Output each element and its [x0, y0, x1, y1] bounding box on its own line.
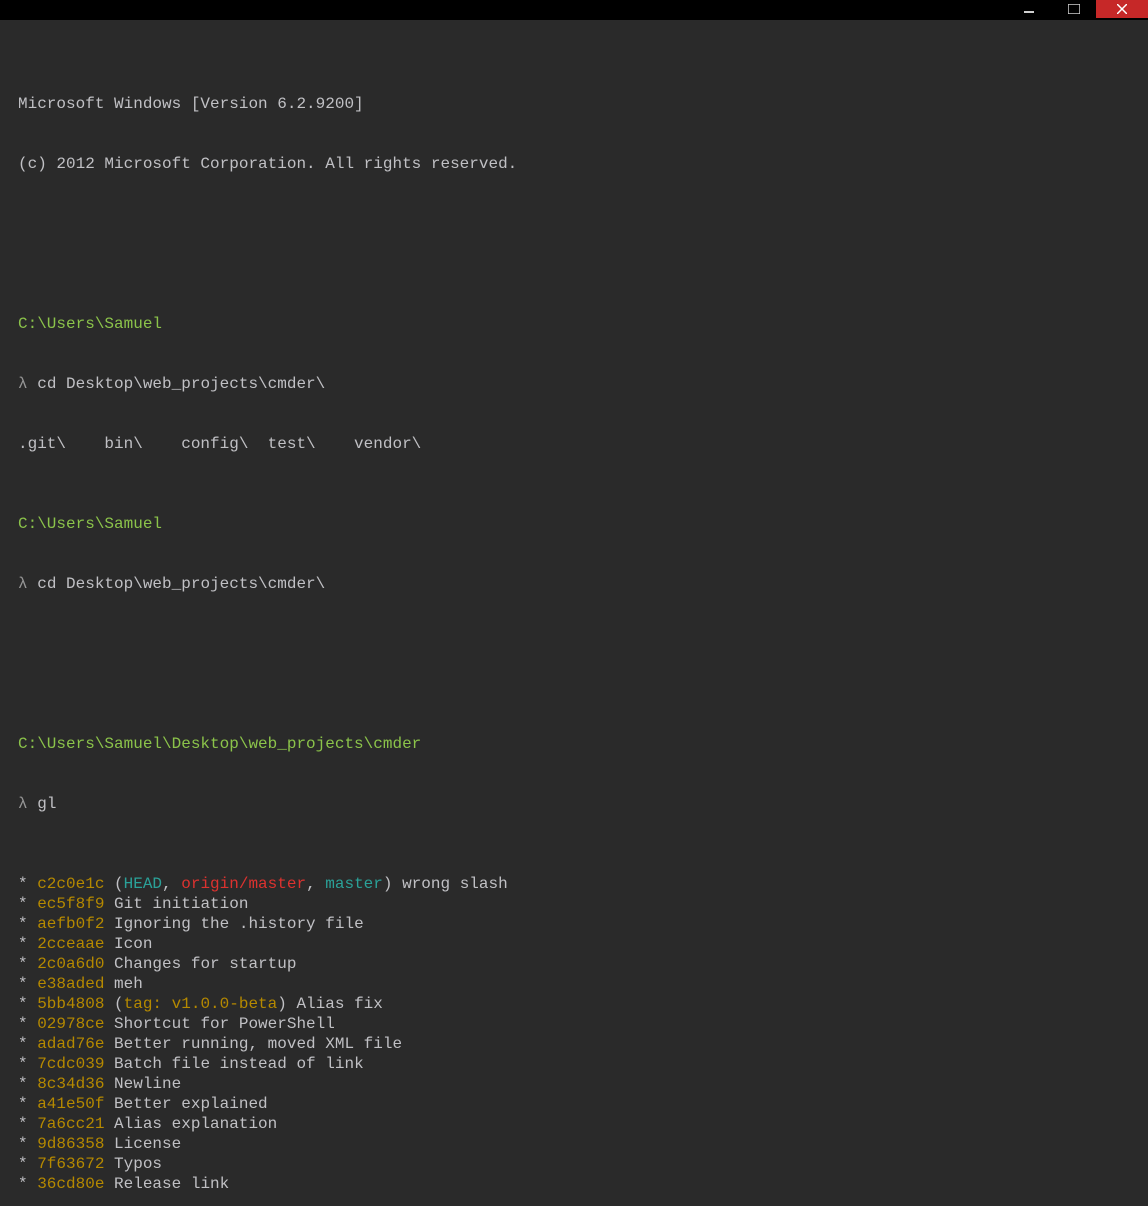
graph-star: * [18, 1055, 37, 1073]
graph-star: * [18, 915, 37, 933]
commit-message: Ignoring the .history file [104, 915, 363, 933]
minimize-button[interactable] [1006, 0, 1051, 18]
dir-listing: .git\ bin\ config\ test\ vendor\ [18, 434, 1130, 454]
commit-hash: c2c0e1c [37, 875, 104, 893]
graph-star: * [18, 975, 37, 993]
prompt-command: λ cd Desktop\web_projects\cmder\ [18, 374, 1130, 394]
commit-hash: a41e50f [37, 1095, 104, 1113]
git-log-row: * 9d86358 License [18, 1134, 1130, 1154]
ref-tag: tag: v1.0.0-beta [124, 995, 278, 1013]
graph-star: * [18, 995, 37, 1013]
git-log-row: * 7a6cc21 Alias explanation [18, 1114, 1130, 1134]
graph-star: * [18, 1155, 37, 1173]
commit-hash: 2cceaae [37, 935, 104, 953]
git-log-row: * adad76e Better running, moved XML file [18, 1034, 1130, 1054]
commit-message: wrong slash [402, 875, 508, 893]
prompt-command: λ gl [18, 794, 1130, 814]
commit-hash: aefb0f2 [37, 915, 104, 933]
git-log-row: * c2c0e1c (HEAD, origin/master, master) … [18, 874, 1130, 894]
prompt-path: C:\Users\Samuel [18, 514, 1130, 534]
prompt-command: λ cd Desktop\web_projects\cmder\ [18, 574, 1130, 594]
graph-star: * [18, 1175, 37, 1193]
graph-star: * [18, 1115, 37, 1133]
commit-message: meh [104, 975, 142, 993]
graph-star: * [18, 875, 37, 893]
close-button[interactable] [1096, 0, 1148, 18]
commit-hash: 7a6cc21 [37, 1115, 104, 1133]
commit-hash: 5bb4808 [37, 995, 104, 1013]
commit-hash: e38aded [37, 975, 104, 993]
prompt-path: C:\Users\Samuel [18, 314, 1130, 334]
blank-line [18, 234, 1130, 254]
commit-hash: 02978ce [37, 1015, 104, 1033]
commit-message: Release link [104, 1175, 229, 1193]
git-log-row: * a41e50f Better explained [18, 1094, 1130, 1114]
commit-message: Shortcut for PowerShell [104, 1015, 334, 1033]
git-log-row: * 02978ce Shortcut for PowerShell [18, 1014, 1130, 1034]
graph-star: * [18, 1095, 37, 1113]
graph-star: * [18, 935, 37, 953]
graph-star: * [18, 1135, 37, 1153]
graph-star: * [18, 895, 37, 913]
commit-hash: 9d86358 [37, 1135, 104, 1153]
commit-hash: 8c34d36 [37, 1075, 104, 1093]
commit-hash: 36cd80e [37, 1175, 104, 1193]
commit-message: Better explained [104, 1095, 267, 1113]
commit-hash: 2c0a6d0 [37, 955, 104, 973]
git-log: * c2c0e1c (HEAD, origin/master, master) … [18, 874, 1130, 1194]
commit-message: Git initiation [104, 895, 248, 913]
commit-message: Newline [104, 1075, 181, 1093]
graph-star: * [18, 1035, 37, 1053]
git-log-row: * 2c0a6d0 Changes for startup [18, 954, 1130, 974]
commit-hash: adad76e [37, 1035, 104, 1053]
git-log-row: * 36cd80e Release link [18, 1174, 1130, 1194]
graph-star: * [18, 1075, 37, 1093]
commit-message: Alias explanation [104, 1115, 277, 1133]
copyright-line: (c) 2012 Microsoft Corporation. All righ… [18, 154, 1130, 174]
blank-line [18, 654, 1130, 674]
commit-message: Better running, moved XML file [104, 1035, 402, 1053]
refs-close: ) [383, 875, 402, 893]
version-line: Microsoft Windows [Version 6.2.9200] [18, 94, 1130, 114]
git-log-row: * 2cceaae Icon [18, 934, 1130, 954]
ref-master: master [325, 875, 383, 893]
ref-origin: origin/master [181, 875, 306, 893]
commit-hash: 7cdc039 [37, 1055, 104, 1073]
git-log-row: * 8c34d36 Newline [18, 1074, 1130, 1094]
commit-message: Typos [104, 1155, 162, 1173]
tag-open: ( [104, 995, 123, 1013]
git-log-row: * e38aded meh [18, 974, 1130, 994]
maximize-button[interactable] [1051, 0, 1096, 18]
commit-message: Changes for startup [104, 955, 296, 973]
git-log-row: * aefb0f2 Ignoring the .history file [18, 914, 1130, 934]
window-titlebar [0, 0, 1148, 20]
commit-message: Icon [104, 935, 152, 953]
terminal-body[interactable]: Microsoft Windows [Version 6.2.9200] (c)… [0, 20, 1148, 1206]
commit-message: License [104, 1135, 181, 1153]
tag-close: ) [277, 995, 296, 1013]
ref-head: HEAD [124, 875, 162, 893]
refs-open: ( [104, 875, 123, 893]
prompt-path: C:\Users\Samuel\Desktop\web_projects\cmd… [18, 734, 1130, 754]
commit-hash: ec5f8f9 [37, 895, 104, 913]
commit-message: Alias fix [296, 995, 382, 1013]
graph-star: * [18, 955, 37, 973]
git-log-row: * 7f63672 Typos [18, 1154, 1130, 1174]
git-log-row: * 7cdc039 Batch file instead of link [18, 1054, 1130, 1074]
git-log-row: * ec5f8f9 Git initiation [18, 894, 1130, 914]
commit-hash: 7f63672 [37, 1155, 104, 1173]
git-log-row: * 5bb4808 (tag: v1.0.0-beta) Alias fix [18, 994, 1130, 1014]
graph-star: * [18, 1015, 37, 1033]
commit-message: Batch file instead of link [104, 1055, 363, 1073]
